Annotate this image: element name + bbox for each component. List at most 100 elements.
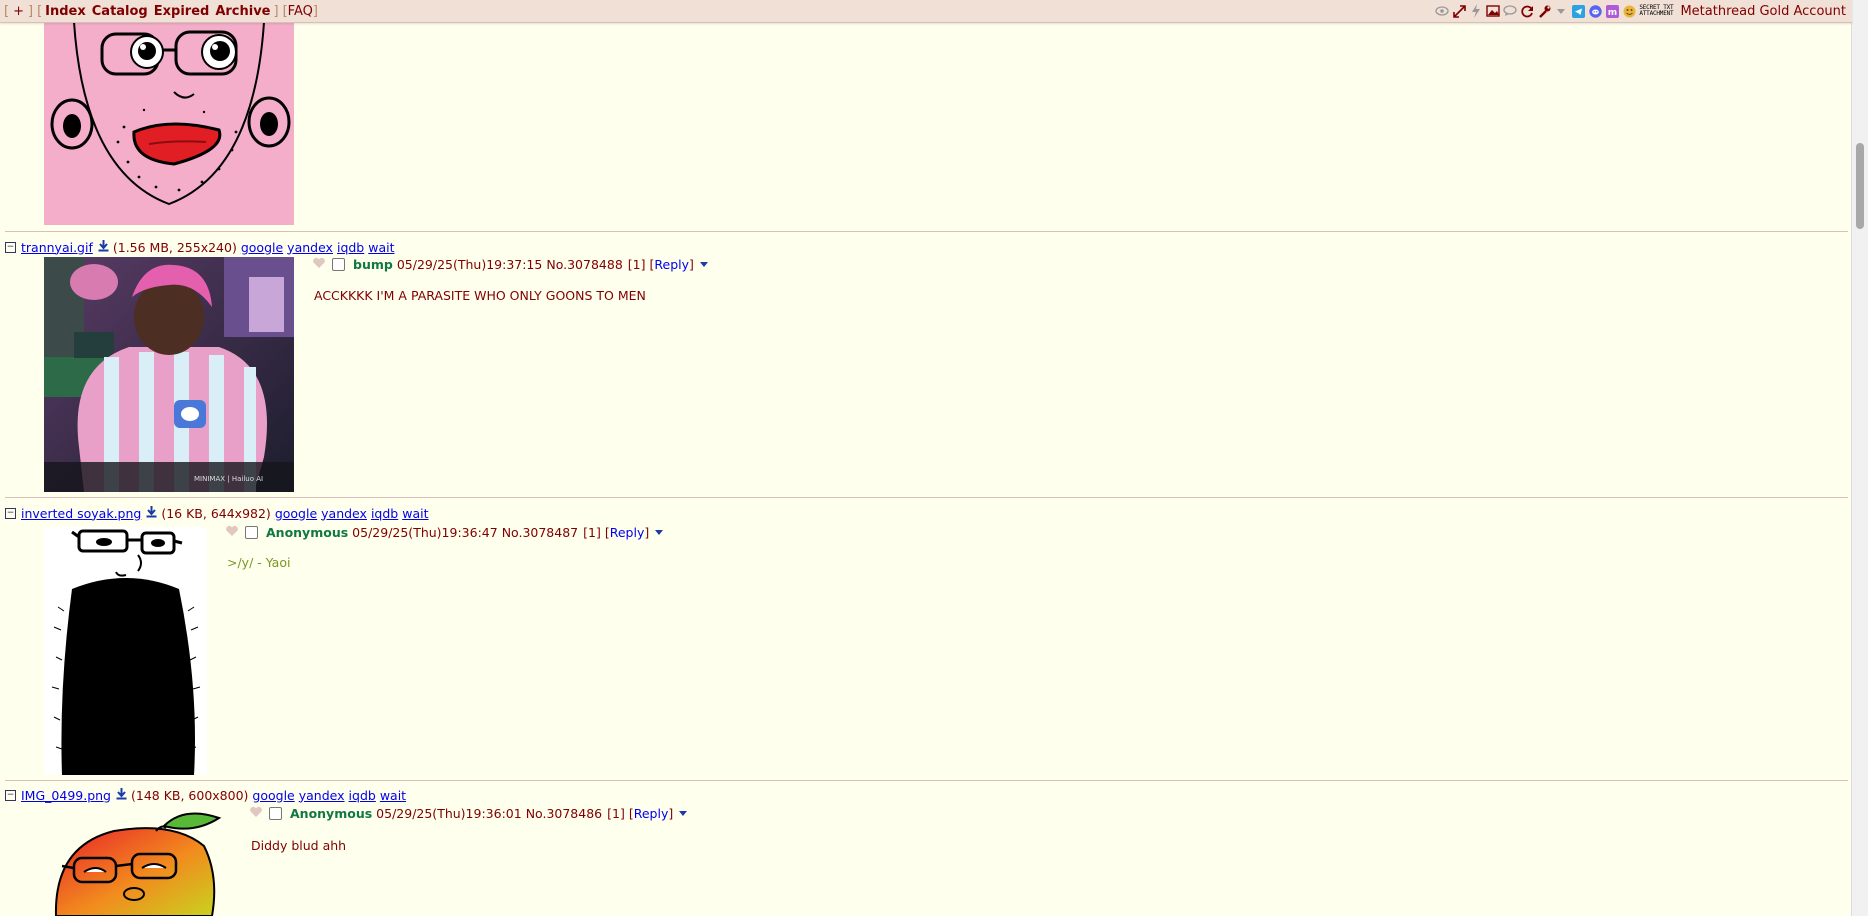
post-select-checkbox[interactable] — [245, 526, 258, 539]
post-separator — [5, 780, 1848, 781]
telegram-icon[interactable] — [1571, 4, 1585, 18]
post-message-greentext: >/y/ - Yaoi — [227, 555, 291, 570]
reply-count: [1] — [607, 806, 625, 821]
poster-name: bump — [353, 257, 393, 272]
download-icon[interactable] — [98, 239, 109, 255]
file-name-link[interactable]: IMG_0499.png — [21, 788, 111, 803]
google-search-link[interactable]: google — [252, 788, 294, 803]
google-search-link[interactable]: google — [275, 506, 317, 521]
reply-bracket: ] — [644, 525, 650, 540]
post-menu-arrow-icon[interactable] — [699, 262, 708, 267]
post-number-link[interactable]: No.3078488 — [546, 257, 622, 272]
file-info: − inverted soyak.png (16 KB, 644x982) go… — [5, 505, 432, 521]
post-number-link[interactable]: No.3078486 — [526, 806, 602, 821]
post-separator — [5, 497, 1848, 498]
post-select-checkbox[interactable] — [269, 807, 282, 820]
post-thumbnail[interactable] — [44, 806, 222, 916]
bracket: ] — [273, 3, 279, 19]
download-icon[interactable] — [116, 787, 127, 803]
speech-bubble-icon[interactable] — [1503, 4, 1517, 18]
svg-text:m: m — [1608, 8, 1617, 18]
reply-link[interactable]: Reply — [654, 257, 689, 272]
hide-post-toggle[interactable]: − — [5, 507, 16, 519]
reply-bracket: ] — [668, 806, 674, 821]
poster-name: Anonymous — [266, 525, 349, 540]
file-meta: (1.56 MB, 255x240) — [112, 239, 237, 255]
lightning-icon[interactable] — [1469, 4, 1483, 18]
secret-attachment-button[interactable]: SECRET TXT ATTACHMENT — [1639, 5, 1673, 17]
nav-catalog-link[interactable]: Catalog — [92, 4, 148, 19]
post-message: ACCKKKK I'M A PARASITE WHO ONLY GOONS TO… — [314, 288, 646, 303]
dropdown-arrow-icon[interactable] — [1554, 4, 1568, 18]
previous-post-thumbnail[interactable] — [44, 22, 294, 225]
post-select-checkbox[interactable] — [332, 258, 345, 271]
file-info: − IMG_0499.png (148 KB, 600x800) google … — [5, 787, 410, 803]
iqdb-search-link[interactable]: iqdb — [349, 788, 376, 803]
top-navigation-bar: [ + ] [ Index Catalog Expired Archive ] … — [0, 0, 1852, 23]
post-thumbnail[interactable] — [44, 527, 207, 775]
post-datetime: 05/29/25(Thu)19:36:01 — [376, 806, 522, 821]
nav-index-link[interactable]: Index — [45, 4, 86, 19]
file-info: − trannyai.gif (1.56 MB, 255x240) google… — [5, 239, 399, 255]
wait-search-link[interactable]: wait — [380, 788, 406, 803]
refresh-icon[interactable] — [1520, 4, 1534, 18]
heart-icon[interactable] — [249, 806, 263, 821]
wait-search-link[interactable]: wait — [402, 506, 428, 521]
file-name-link[interactable]: trannyai.gif — [21, 240, 93, 255]
bracket: ] — [312, 3, 318, 19]
post-info: Anonymous 05/29/25(Thu)19:36:01 No.30784… — [249, 806, 688, 821]
eye-icon[interactable] — [1435, 4, 1449, 18]
nav-expired-link[interactable]: Expired — [154, 4, 210, 19]
secret-line: ATTACHMENT — [1639, 10, 1674, 17]
bracket: ] — [27, 3, 34, 19]
yandex-search-link[interactable]: yandex — [321, 506, 367, 521]
post-datetime: 05/29/25(Thu)19:37:15 — [396, 257, 543, 272]
post-menu-arrow-icon[interactable] — [679, 811, 688, 816]
svg-text:MINIMAX | Hailuo AI: MINIMAX | Hailuo AI — [194, 475, 263, 483]
post-datetime: 05/29/25(Thu)19:36:47 — [352, 525, 498, 540]
iqdb-search-link[interactable]: iqdb — [337, 240, 364, 255]
bracket: [ — [4, 3, 10, 19]
wrench-icon[interactable] — [1537, 4, 1551, 18]
toolbar-icons: m SECRET TXT ATTACHMENT Metathread Gold … — [1435, 4, 1852, 19]
reply-count: [1] — [583, 525, 601, 540]
reply-bracket: ] — [689, 257, 694, 272]
google-search-link[interactable]: google — [241, 240, 283, 255]
reply-link[interactable]: Reply — [634, 806, 669, 821]
wait-search-link[interactable]: wait — [368, 240, 394, 255]
heart-icon[interactable] — [312, 257, 326, 272]
image-icon[interactable] — [1486, 4, 1501, 18]
hide-post-toggle[interactable]: − — [5, 789, 16, 801]
nav-faq-link[interactable]: FAQ — [288, 4, 313, 19]
discord-icon[interactable] — [1588, 4, 1602, 18]
post-thumbnail[interactable]: MINIMAX | Hailuo AI — [44, 257, 294, 492]
expand-icon[interactable] — [1452, 4, 1466, 18]
iqdb-search-link[interactable]: iqdb — [371, 506, 398, 521]
board-nav: [ + ] [ Index Catalog Expired Archive ] … — [0, 4, 318, 19]
file-name-link[interactable]: inverted soyak.png — [21, 506, 141, 521]
scrollbar-thumb[interactable] — [1856, 143, 1864, 229]
account-link[interactable]: Metathread Gold Account — [1680, 4, 1846, 19]
poster-name: Anonymous — [290, 806, 373, 821]
file-meta: (16 KB, 644x982) — [161, 505, 271, 521]
emoji-icon[interactable] — [1622, 4, 1636, 18]
heart-icon[interactable] — [225, 525, 239, 540]
expand-nav-button[interactable]: + — [13, 4, 24, 19]
reply-count: [1] — [627, 257, 646, 272]
post-info: bump 05/29/25(Thu)19:37:15 No.3078488 [1… — [312, 257, 708, 272]
post-separator — [5, 231, 1848, 232]
post-message: Diddy blud ahh — [251, 838, 347, 853]
reply-link[interactable]: Reply — [610, 525, 645, 540]
post-number-link[interactable]: No.3078487 — [502, 525, 578, 540]
post-menu-arrow-icon[interactable] — [655, 530, 664, 535]
file-meta: (148 KB, 600x800) — [130, 787, 249, 803]
download-icon[interactable] — [146, 505, 157, 521]
hide-post-toggle[interactable]: − — [5, 241, 16, 253]
yandex-search-link[interactable]: yandex — [287, 240, 333, 255]
nav-archive-link[interactable]: Archive — [215, 4, 270, 19]
yandex-search-link[interactable]: yandex — [299, 788, 345, 803]
bracket: [ — [37, 3, 43, 19]
page-scrollbar[interactable] — [1851, 0, 1868, 916]
matrix-icon[interactable]: m — [1605, 4, 1619, 18]
post-info: Anonymous 05/29/25(Thu)19:36:47 No.30784… — [225, 525, 664, 540]
